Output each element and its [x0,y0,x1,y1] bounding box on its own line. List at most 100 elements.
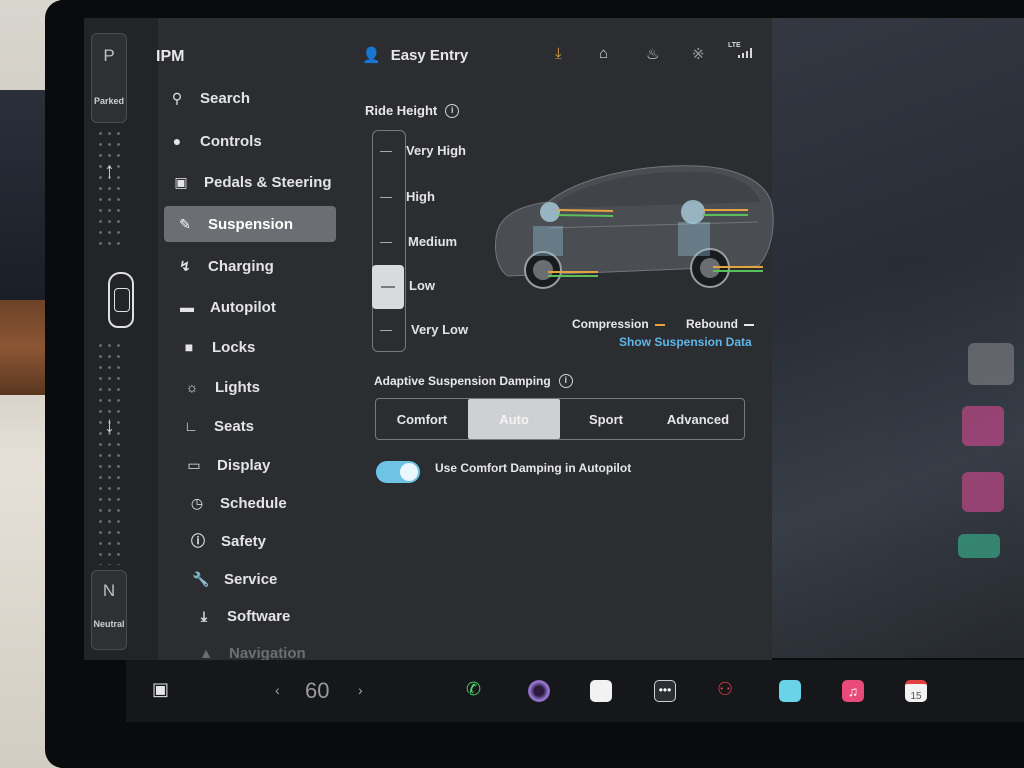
damping-option-comfort[interactable]: Comfort [376,399,468,439]
sidebar-item-pedals-steering[interactable]: ▣ Pedals & Steering [170,165,331,199]
damping-mode-selector: Comfort Auto Sport Advanced [375,398,745,440]
person-icon: 👤 [362,47,381,64]
speed-display: 60 [305,678,330,703]
sidebar-item-label: Software [227,607,291,625]
seat-icon: ∟ [184,418,198,434]
ride-height-title: Ride Height [365,103,438,118]
camera-icon[interactable] [528,680,550,702]
sidebar-item-label: Schedule [220,494,287,512]
phone-icon[interactable]: ✆ [466,679,481,700]
ride-height-heading: Ride Height i [365,103,460,118]
sidebar-item-label: Navigation [229,644,306,662]
ride-height-slider-handle[interactable] [372,265,404,309]
car-suspension-illustration [495,165,774,289]
rebound-legend: Rebound [686,317,754,331]
gear-park[interactable]: P Parked [91,33,127,123]
toybox-icon[interactable] [779,680,801,702]
sidebar-item-label: Seats [214,417,255,435]
driver-profile[interactable]: 👤 Easy Entry [362,46,469,65]
search-icon: ⚲ [171,89,183,106]
suspension-icon: ✎ [179,215,191,232]
lock-icon: ■ [184,339,194,355]
car-icon: ▣ [174,173,188,190]
compression-legend: Compression [572,317,665,331]
toggle-knob [400,463,418,481]
ride-height-option-high[interactable]: High [406,189,435,204]
sidebar-item-seats[interactable]: ∟ Seats [180,409,254,443]
ride-height-tick [380,197,392,198]
info-icon[interactable]: i [558,374,573,388]
gear-park-letter: P [103,46,115,65]
ride-height-option-low[interactable]: Low [409,278,435,293]
joystick-icon[interactable]: ⚇ [717,679,733,700]
ride-height-slider[interactable] [372,130,406,352]
sidebar-item-label: Service [224,570,278,588]
gear-neutral-label: Neutral [93,619,125,629]
ride-height-option-medium[interactable]: Medium [408,234,457,249]
sidebar-item-software[interactable]: ⤓ Software [193,599,290,633]
sidebar-item-suspension[interactable]: ✎ Suspension [164,206,336,242]
sidebar-item-label: Locks [212,338,256,356]
sidebar-item-schedule[interactable]: ◷ Schedule [186,486,287,520]
lightning-icon: ↯ [179,257,191,274]
gear-park-label: Parked [93,96,125,106]
steering-icon: ▬ [180,299,194,315]
driver-profile-label: Easy Entry [390,46,469,64]
app-icon-white[interactable] [590,680,612,702]
bell-icon[interactable]: ♨ [646,45,659,63]
sun-icon: ☼ [185,379,199,395]
sidebar-item-lights[interactable]: ☼ Lights [181,370,260,404]
download-icon: ⤓ [200,607,208,624]
gear-neutral[interactable]: N Neutral [91,570,127,650]
compression-label: Compression [572,317,649,331]
sidebar-item-label: Charging [208,257,274,275]
sidebar-item-display[interactable]: ▭ Display [183,448,270,482]
chevron-right-icon[interactable]: › [358,682,363,698]
sidebar-item-safety[interactable]: ⓘ Safety [187,524,266,558]
signal-bars-icon [738,48,752,58]
chevron-left-icon[interactable]: ‹ [275,682,280,698]
download-icon[interactable]: ⤓ [555,45,562,62]
sidebar-item-label: Search [200,89,251,107]
rebound-label: Rebound [686,317,738,331]
sidebar-title: IPM [156,48,185,65]
ride-height-option-very-high[interactable]: Very High [406,143,466,158]
car-icon[interactable]: ▣ [152,679,169,700]
sidebar-item-search[interactable]: ⚲ Search [166,81,250,115]
ride-height-option-very-low[interactable]: Very Low [411,322,468,337]
sidebar-item-controls[interactable]: ● Controls [166,124,262,158]
sidebar-item-service[interactable]: 🔧 Service [190,562,277,596]
gear-slider-dots-lower [96,340,126,565]
comfort-damping-autopilot-toggle[interactable] [376,461,420,483]
car-top-view-icon[interactable] [108,272,134,328]
ride-height-tick [380,151,392,152]
show-suspension-data-link[interactable]: Show Suspension Data [619,335,752,349]
damping-option-advanced[interactable]: Advanced [652,399,744,439]
clock-icon: ◷ [190,494,204,511]
sidebar-item-label: Lights [215,378,260,396]
sidebar-item-label: Autopilot [210,298,276,316]
damping-option-auto[interactable]: Auto [468,399,560,439]
more-apps-icon[interactable]: ••• [654,680,676,702]
sidebar-item-autopilot[interactable]: ▬ Autopilot [176,290,276,324]
screen-reflection [772,18,1024,658]
toggle-icon: ● [172,133,182,149]
ride-height-tick [380,242,392,243]
alert-icon: ⓘ [191,533,205,549]
sidebar-item-label: Display [217,456,271,474]
music-icon[interactable]: ♫ [842,680,864,702]
sidebar-item-charging[interactable]: ↯ Charging [174,249,274,283]
garage-icon[interactable]: ⌂ [599,45,608,62]
sidebar-item-label: Suspension [208,215,294,233]
wrench-icon: 🔧 [192,570,210,587]
info-icon[interactable]: i [445,103,460,118]
sidebar-item-locks[interactable]: ■ Locks [178,330,256,364]
sidebar-item-label: Safety [221,532,267,550]
gear-neutral-letter: N [102,581,116,600]
damping-heading: Adaptive Suspension Damping i [374,374,573,388]
bluetooth-icon[interactable]: ※ [692,45,705,63]
navigation-icon: ▲ [199,645,213,661]
ride-height-tick [380,330,392,331]
damping-option-sport[interactable]: Sport [560,399,652,439]
calendar-icon[interactable]: 15 [905,680,927,702]
